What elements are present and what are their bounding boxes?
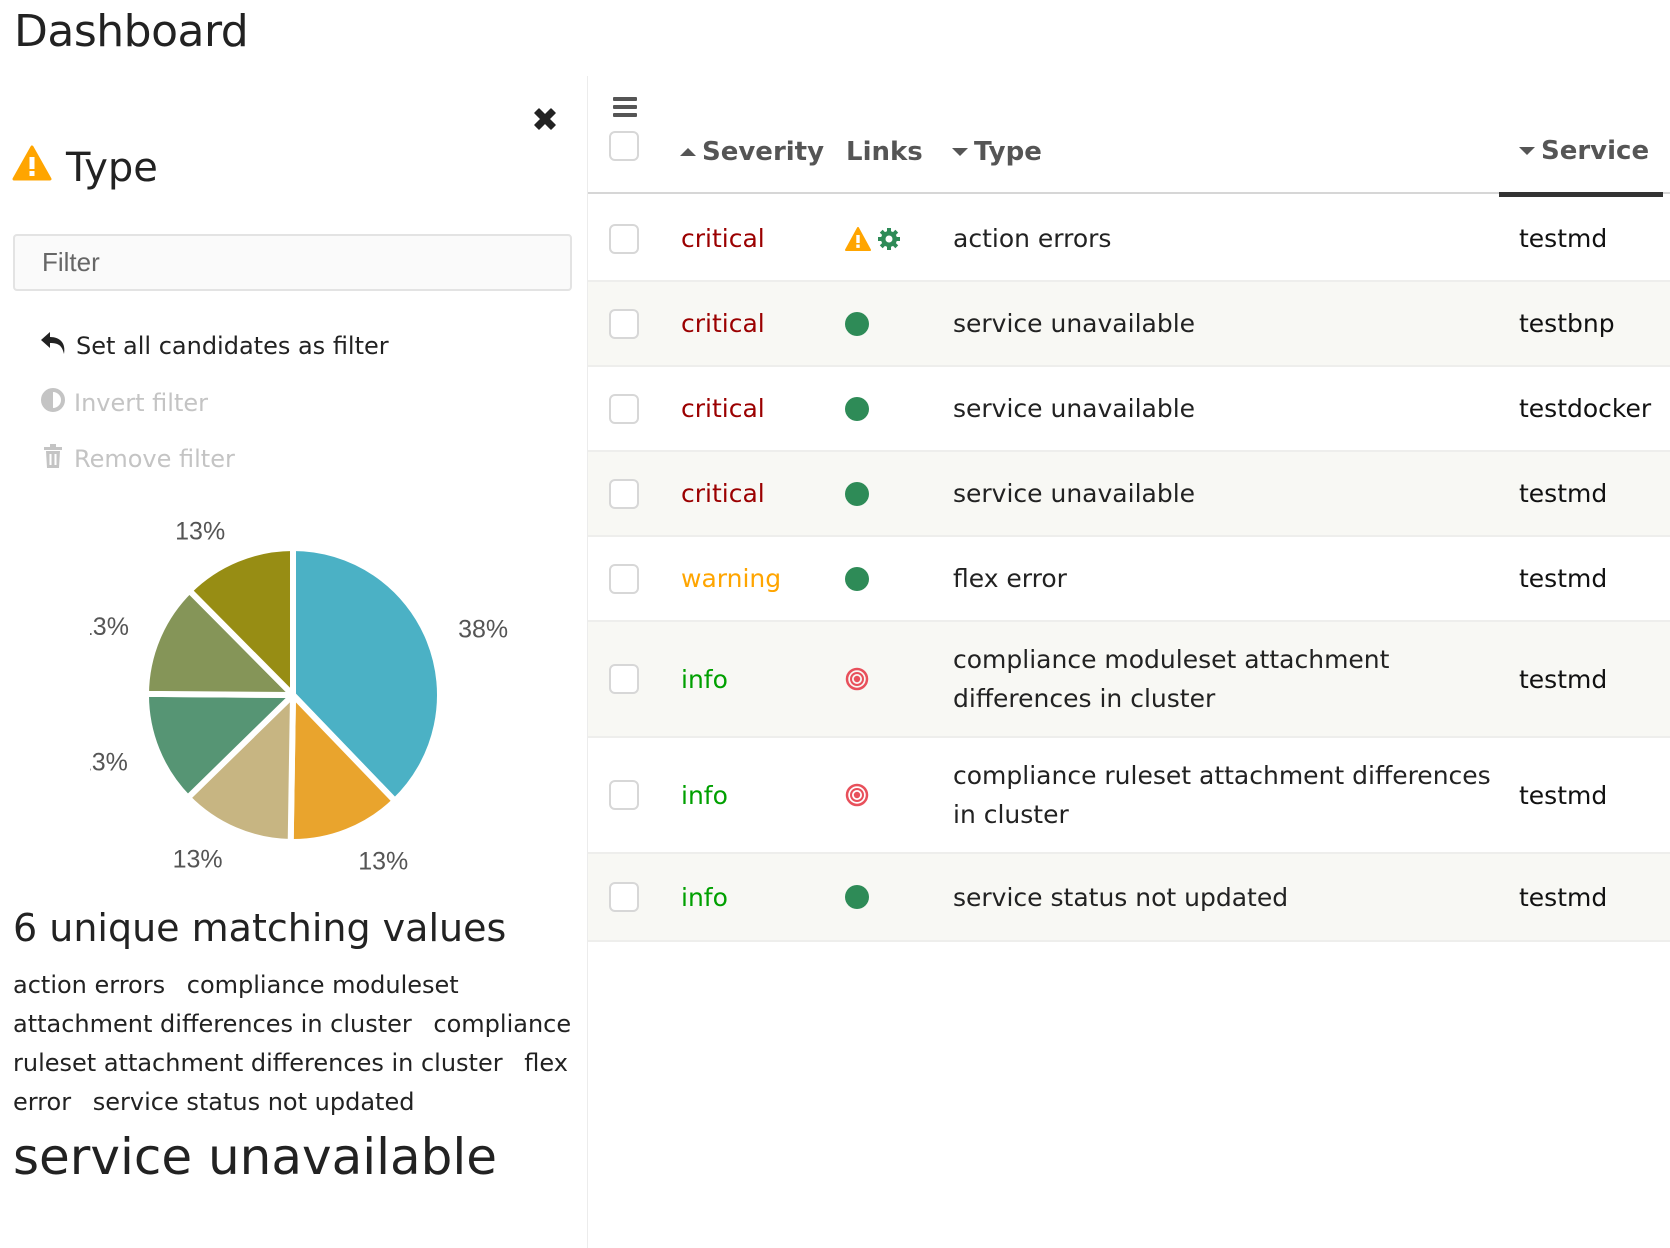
page-title: Dashboard (14, 6, 249, 57)
green-dot-icon[interactable] (845, 481, 869, 506)
links-cell (845, 566, 869, 591)
half-circle-icon (40, 387, 66, 419)
row-checkbox[interactable] (609, 780, 639, 810)
column-header-service[interactable]: Service (1519, 136, 1649, 166)
column-header-links[interactable]: Links (846, 137, 923, 167)
severity-cell: critical (681, 479, 765, 508)
sort-asc-icon (680, 148, 696, 156)
service-cell: testbnp (1519, 309, 1615, 338)
table-row[interactable]: critical service unavailable testdocker (588, 367, 1670, 452)
cloud-value[interactable]: service unavailable (13, 1128, 497, 1186)
severity-cell: critical (681, 394, 765, 423)
invert-filter-label: Invert filter (74, 389, 208, 417)
panel-title-text: Type (66, 145, 158, 191)
green-dot-icon[interactable] (845, 885, 869, 909)
cloud-value[interactable]: action errors (13, 971, 165, 999)
links-cell (845, 885, 869, 909)
remove-filter-button[interactable]: Remove filter (40, 443, 235, 475)
severity-cell: critical (681, 309, 765, 338)
type-cell: service status not updated (953, 882, 1289, 912)
filter-input[interactable] (13, 234, 572, 291)
table-row[interactable]: critical service unavailable testmd (588, 452, 1670, 537)
severity-cell: critical (681, 224, 765, 253)
pie-slice-label: 13% (90, 613, 129, 641)
type-cell: compliance moduleset attachment differen… (953, 645, 1390, 713)
target-icon[interactable] (845, 783, 869, 807)
row-checkbox[interactable] (609, 223, 639, 254)
column-header-links-label: Links (846, 137, 923, 167)
pie-slice-label: 13% (173, 846, 223, 874)
green-dot-icon[interactable] (845, 311, 869, 336)
links-cell (845, 396, 869, 421)
type-cell: compliance ruleset attachment difference… (953, 761, 1491, 829)
row-checkbox[interactable] (609, 308, 639, 339)
links-cell (845, 481, 869, 506)
links-cell (845, 667, 869, 691)
target-icon[interactable] (845, 667, 869, 691)
service-cell: testmd (1519, 224, 1608, 253)
service-cell: testmd (1519, 780, 1608, 810)
table-row[interactable]: warning flex error testmd (588, 537, 1670, 622)
column-header-type-label: Type (974, 137, 1042, 167)
sort-desc-icon (1519, 147, 1535, 155)
set-all-candidates-label: Set all candidates as filter (76, 332, 389, 360)
pie-slice-label: 13% (358, 848, 408, 876)
cloud-value[interactable]: service status not updated (93, 1088, 415, 1116)
links-cell (845, 311, 869, 336)
select-all-checkbox[interactable] (609, 131, 639, 161)
pie-slice-label: 13% (175, 517, 225, 545)
value-cloud: action errors compliance moduleset attac… (13, 966, 573, 1192)
trash-icon (40, 443, 66, 475)
sort-desc-icon (952, 148, 968, 156)
warning-triangle-icon[interactable] (845, 226, 871, 251)
severity-cell: info (681, 780, 728, 810)
column-header-service-label: Service (1541, 136, 1650, 166)
type-pie-chart: 38% 13% 13% 13% 13% 13% (78, 500, 510, 920)
type-cell: flex error (953, 564, 1067, 593)
set-all-candidates-button[interactable]: Set all candidates as filter (40, 330, 389, 362)
service-cell: testdocker (1519, 394, 1652, 423)
close-icon[interactable] (530, 104, 562, 136)
type-cell: service unavailable (953, 394, 1196, 423)
table-row[interactable]: critical service unavailable testbnp (588, 282, 1670, 367)
column-header-severity[interactable]: Severity (680, 137, 824, 167)
service-cell: testmd (1519, 664, 1608, 694)
pie-slice-label: 13% (90, 749, 128, 777)
type-cell: action errors (953, 224, 1112, 253)
service-cell: testmd (1519, 479, 1608, 508)
warning-triangle-icon (12, 145, 52, 191)
links-cell (845, 226, 901, 251)
severity-cell: info (681, 664, 728, 694)
unique-values-title: 6 unique matching values (13, 906, 507, 950)
row-checkbox[interactable] (609, 563, 639, 594)
reply-arrow-icon (40, 330, 68, 362)
table-row[interactable]: critical action errors testmd (588, 197, 1670, 282)
row-checkbox[interactable] (609, 882, 639, 912)
table-row[interactable]: info service status not updated testmd (588, 854, 1670, 942)
type-cell: service unavailable (953, 479, 1196, 508)
service-cell: testmd (1519, 564, 1608, 593)
service-cell: testmd (1519, 882, 1608, 912)
remove-filter-label: Remove filter (74, 445, 235, 473)
green-dot-icon[interactable] (845, 396, 869, 421)
pie-slice-label: 38% (458, 615, 508, 643)
pie-svg: 38% 13% 13% 13% 13% 13% (78, 517, 508, 876)
column-header-severity-label: Severity (702, 137, 825, 167)
table-row[interactable]: info compliance ruleset attachment differ… (588, 738, 1670, 854)
table-row[interactable]: info compliance moduleset attachment diff… (588, 622, 1670, 738)
row-checkbox[interactable] (609, 393, 639, 424)
severity-cell: info (681, 882, 728, 912)
hamburger-icon[interactable] (613, 97, 637, 119)
green-dot-icon[interactable] (845, 566, 869, 591)
links-cell (845, 783, 869, 807)
table-body: critical action errors testmd critical servi… (588, 197, 1670, 942)
invert-filter-button[interactable]: Invert filter (40, 387, 208, 419)
panel-title: Type (12, 145, 158, 191)
type-cell: service unavailable (953, 309, 1196, 338)
column-header-type[interactable]: Type (952, 137, 1042, 167)
row-checkbox[interactable] (609, 664, 639, 694)
row-checkbox[interactable] (609, 478, 639, 509)
gear-icon[interactable] (877, 227, 901, 251)
severity-cell: warning (681, 564, 782, 593)
